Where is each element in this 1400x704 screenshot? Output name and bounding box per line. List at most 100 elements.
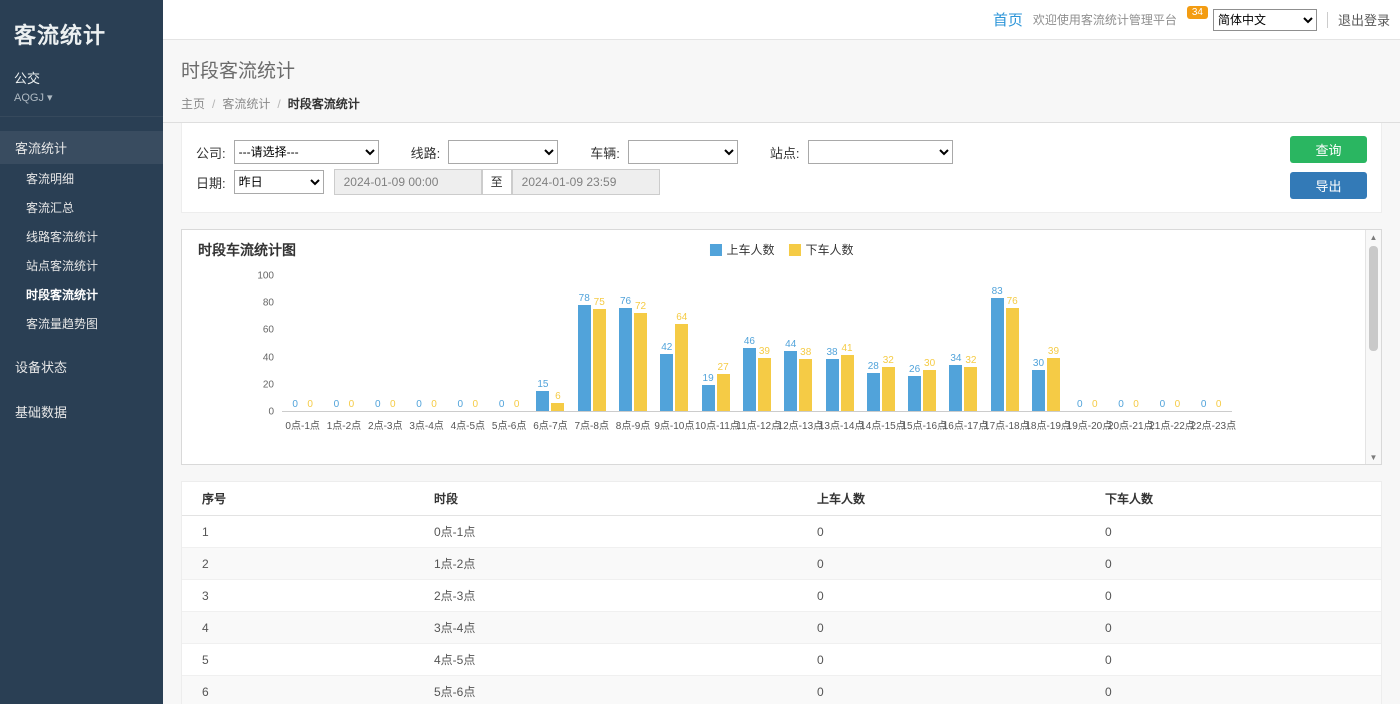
breadcrumb-item[interactable]: 主页 [181,97,205,111]
bar-boarding[interactable]: 0 [454,399,467,411]
scrollbar-track[interactable] [1366,244,1381,450]
bar[interactable] [826,359,839,411]
bar[interactable] [536,391,549,411]
sidebar-item[interactable]: 站点客流统计 [0,251,163,280]
station-select[interactable] [808,140,953,164]
bar-alighting[interactable]: 72 [634,301,647,411]
bar[interactable] [634,313,647,411]
logout-link[interactable]: 退出登录 [1338,10,1390,29]
line-select[interactable] [448,140,558,164]
sidebar-item[interactable]: 线路客流统计 [0,222,163,251]
bar-alighting[interactable]: 0 [469,399,482,411]
bar[interactable] [675,324,688,411]
bar-boarding[interactable]: 0 [413,399,426,411]
table-row[interactable]: 32点-3点00 [182,580,1381,612]
legend-item[interactable]: 下车人数 [789,241,854,258]
table-row[interactable]: 54点-5点00 [182,644,1381,676]
bar-alighting[interactable]: 0 [428,399,441,411]
bar-boarding[interactable]: 26 [908,364,921,411]
bar[interactable] [991,298,1004,411]
bar-boarding[interactable]: 76 [619,296,632,411]
bar[interactable] [867,373,880,411]
bar-alighting[interactable]: 38 [799,347,812,411]
query-button[interactable]: 查询 [1290,136,1367,163]
bar-boarding[interactable]: 78 [578,293,591,411]
bar-alighting[interactable]: 75 [593,297,606,411]
bar-boarding[interactable]: 0 [1115,399,1128,411]
bar[interactable] [551,403,564,411]
sidebar-section[interactable]: 客流统计 [0,131,163,164]
company-select[interactable]: ---请选择--- [234,140,379,164]
bar[interactable] [593,309,606,411]
bar-boarding[interactable]: 0 [1073,399,1086,411]
bar[interactable] [660,354,673,411]
sidebar-item[interactable]: 时段客流统计 [0,280,163,309]
bar[interactable] [908,376,921,411]
sidebar-section[interactable]: 基础数据 [0,395,163,428]
bar-alighting[interactable]: 30 [923,358,936,411]
home-link[interactable]: 首页 [993,9,1023,30]
bar-alighting[interactable]: 39 [758,346,771,411]
vehicle-select[interactable] [628,140,738,164]
bar-alighting[interactable]: 0 [1088,399,1101,411]
bar-alighting[interactable]: 0 [510,399,523,411]
table-row[interactable]: 10点-1点00 [182,516,1381,548]
bar[interactable] [1047,358,1060,411]
bar-boarding[interactable]: 15 [536,379,549,411]
legend-item[interactable]: 上车人数 [709,241,774,258]
bar-alighting[interactable]: 32 [964,355,977,411]
bar-alighting[interactable]: 0 [304,399,317,411]
bar-alighting[interactable]: 0 [1212,399,1225,411]
table-row[interactable]: 43点-4点00 [182,612,1381,644]
scroll-up-icon[interactable]: ▲ [1370,230,1378,244]
bar-boarding[interactable]: 0 [330,399,343,411]
bar-alighting[interactable]: 0 [1130,399,1143,411]
bar[interactable] [799,359,812,411]
bar-boarding[interactable]: 46 [743,336,756,411]
bar[interactable] [1032,370,1045,411]
table-row[interactable]: 65点-6点00 [182,676,1381,704]
bar[interactable] [758,358,771,411]
bar[interactable] [882,367,895,411]
bar-alighting[interactable]: 76 [1006,296,1019,411]
export-button[interactable]: 导出 [1290,172,1367,199]
bar-alighting[interactable]: 64 [675,312,688,411]
bar-alighting[interactable]: 0 [1171,399,1184,411]
bar-boarding[interactable]: 42 [660,342,673,411]
breadcrumb-item[interactable]: 客流统计 [222,97,270,111]
bar[interactable] [743,348,756,411]
bar-boarding[interactable]: 30 [1032,358,1045,411]
bar-alighting[interactable]: 0 [386,399,399,411]
sidebar-item[interactable]: 客流明细 [0,164,163,193]
language-select[interactable]: 简体中文 [1213,9,1317,31]
bar[interactable] [578,305,591,411]
sidebar-item[interactable]: 客流汇总 [0,193,163,222]
date-from-input[interactable] [334,169,482,195]
bar-boarding[interactable]: 28 [867,361,880,411]
bar-boarding[interactable]: 44 [784,339,797,411]
bar[interactable] [949,365,962,411]
chart-scrollbar[interactable]: ▲ ▼ [1365,230,1381,464]
bar-boarding[interactable]: 0 [1156,399,1169,411]
bar-boarding[interactable]: 83 [991,286,1004,411]
date-to-input[interactable] [512,169,660,195]
bar-alighting[interactable]: 0 [345,399,358,411]
bar[interactable] [717,374,730,411]
bar-alighting[interactable]: 27 [717,362,730,411]
bar-boarding[interactable]: 0 [1197,399,1210,411]
bar-boarding[interactable]: 19 [702,373,715,411]
bar-boarding[interactable]: 38 [826,347,839,411]
bar[interactable] [784,351,797,411]
bar-boarding[interactable]: 34 [949,353,962,411]
bar[interactable] [964,367,977,411]
bar-alighting[interactable]: 32 [882,355,895,411]
bar-alighting[interactable]: 39 [1047,346,1060,411]
bar[interactable] [841,355,854,411]
bar[interactable] [923,370,936,411]
bar[interactable] [1006,308,1019,411]
sidebar-item[interactable]: 客流量趋势图 [0,309,163,338]
bar[interactable] [702,385,715,411]
scrollbar-thumb[interactable] [1369,246,1378,351]
bar-boarding[interactable]: 0 [289,399,302,411]
table-row[interactable]: 21点-2点00 [182,548,1381,580]
